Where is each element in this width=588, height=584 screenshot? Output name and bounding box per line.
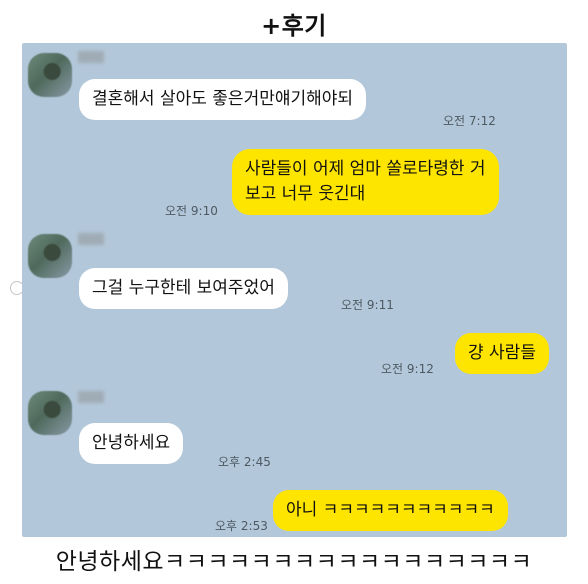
- sender-avatar[interactable]: [28, 234, 72, 278]
- message-time: 오후 2:45: [218, 455, 271, 469]
- sender-name-redacted: [78, 51, 104, 63]
- message-time: 오후 2:53: [215, 519, 268, 533]
- sender-name-redacted: [78, 233, 104, 245]
- sender-avatar[interactable]: [28, 391, 72, 435]
- message-time: 오전 9:12: [381, 362, 434, 376]
- chat-screenshot: 결혼해서 살아도 좋은거만얘기해야되 오전 7:12 오전 9:10 사람들이 …: [22, 43, 567, 537]
- message-time: 오전 7:12: [443, 114, 496, 128]
- message-time: 오전 9:11: [341, 298, 394, 312]
- message-time: 오전 9:10: [165, 204, 218, 218]
- message-bubble-outgoing[interactable]: 아니 ㅋㅋㅋㅋㅋㅋㅋㅋㅋㅋㅋ: [273, 490, 508, 531]
- message-bubble-outgoing[interactable]: 걍 사람들: [455, 333, 549, 374]
- message-bubble-incoming[interactable]: 그걸 누구한테 보여주었어: [79, 268, 288, 309]
- message-line: 보고 너무 웃긴대: [245, 184, 366, 204]
- message-bubble-incoming[interactable]: 결혼해서 살아도 좋은거만얘기해야되: [79, 79, 367, 120]
- sender-avatar[interactable]: [28, 53, 72, 97]
- top-caption: +후기: [261, 12, 327, 40]
- bottom-caption: 안녕하세요ㅋㅋㅋㅋㅋㅋㅋㅋㅋㅋㅋㅋㅋㅋㅋㅋㅋ: [55, 549, 533, 575]
- message-bubble-outgoing[interactable]: 사람들이 어제 엄마 쏠로타령한 거 보고 너무 웃긴대: [232, 149, 499, 215]
- message-bubble-incoming[interactable]: 안녕하세요: [79, 423, 184, 464]
- message-line: 사람들이 어제 엄마 쏠로타령한 거: [245, 159, 486, 179]
- sender-name-redacted: [78, 391, 104, 403]
